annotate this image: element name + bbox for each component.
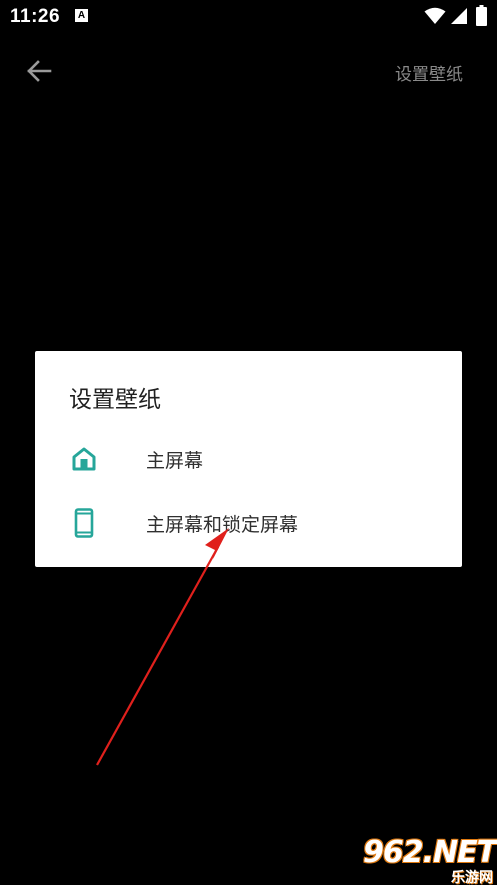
- set-wallpaper-dialog: 设置壁纸 主屏幕 主屏幕和锁定屏幕: [35, 351, 462, 567]
- notification-app-icon: A: [75, 9, 88, 22]
- set-wallpaper-action[interactable]: 设置壁纸: [395, 60, 463, 85]
- status-bar: 11:26 A: [0, 0, 497, 34]
- home-icon: [71, 444, 97, 474]
- option-home-screen[interactable]: 主屏幕: [35, 429, 462, 489]
- wifi-icon: [424, 7, 446, 24]
- back-button[interactable]: [22, 54, 56, 88]
- watermark-brand: 962.NET: [363, 835, 497, 870]
- status-time: 11:26: [10, 6, 61, 27]
- option-home-screen-label: 主屏幕: [146, 449, 204, 472]
- wallpaper-screen: 11:26 A 设置壁纸 设置壁纸 主屏幕 主屏幕和锁定屏幕 962.NET 乐…: [0, 0, 497, 885]
- dialog-title: 设置壁纸: [69, 387, 161, 413]
- watermark-logo: 962.NET 乐游网: [357, 833, 497, 885]
- battery-icon: [476, 5, 487, 26]
- watermark-sub: 乐游网: [451, 870, 493, 885]
- arrow-left-icon: [27, 60, 52, 82]
- option-home-and-lock-screen[interactable]: 主屏幕和锁定屏幕: [35, 493, 462, 553]
- option-home-and-lock-screen-label: 主屏幕和锁定屏幕: [146, 513, 299, 536]
- phone-icon: [71, 508, 97, 538]
- signal-icon: [451, 8, 467, 24]
